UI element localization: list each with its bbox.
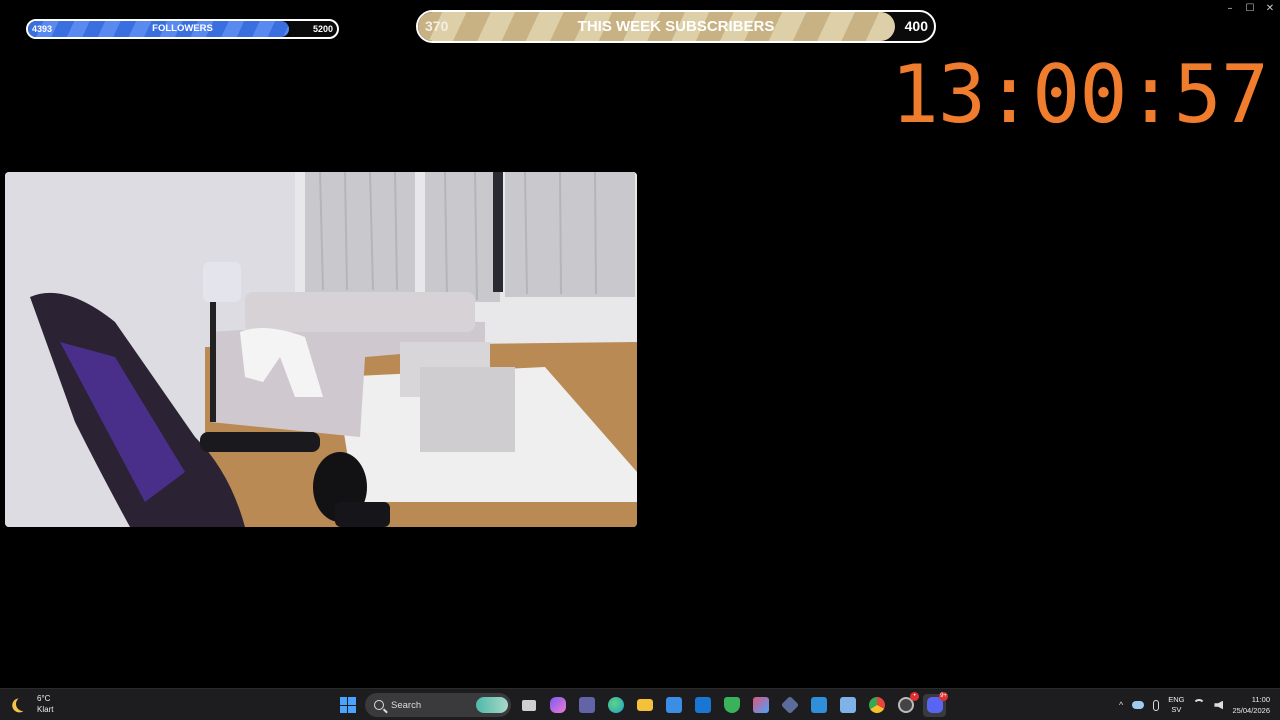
snipping-icon[interactable]: [836, 694, 859, 717]
taskbar: 6°C Klart Search • 9+ ^ ENG SV 11:00 25/…: [0, 688, 1280, 720]
followers-goal: 5200: [312, 24, 333, 34]
language-bottom: SV: [1171, 705, 1182, 714]
weather-temp: 6°C: [37, 694, 51, 703]
microphone-icon[interactable]: [1153, 699, 1160, 711]
volume-icon[interactable]: [1214, 700, 1224, 710]
maximize-button[interactable]: ☐: [1240, 0, 1260, 16]
system-tray: ^ ENG SV 11:00 25/04/2026: [1119, 692, 1270, 718]
edge-icon[interactable]: [604, 694, 627, 717]
weather-widget[interactable]: 6°C Klart: [12, 693, 53, 715]
weather-condition: Klart: [37, 705, 54, 714]
subscribers-current: 370: [425, 18, 449, 34]
discord-icon[interactable]: 9+: [923, 691, 948, 717]
subscribers-goal-bar: THIS WEEK SUBSCRIBERS 370 400: [416, 10, 936, 43]
window-controls: – ☐ ✕: [1220, 0, 1280, 16]
obs-icon[interactable]: •: [894, 691, 919, 717]
subscribers-goal: 400: [904, 18, 928, 34]
folder-icon[interactable]: [633, 694, 656, 717]
photos-icon[interactable]: [807, 694, 830, 717]
hex-app-icon[interactable]: [778, 694, 801, 717]
followers-goal-bar: FOLLOWERS 4393 5200: [26, 19, 339, 39]
weather-text: 6°C Klart: [37, 693, 53, 715]
search-icon: [374, 700, 384, 710]
m365-icon[interactable]: [749, 694, 772, 717]
shield-app-icon[interactable]: [720, 694, 743, 717]
language-top: ENG: [1168, 695, 1185, 704]
stream-timer: 13:00:57: [890, 48, 1269, 141]
windows-start-icon[interactable]: [336, 694, 359, 717]
moon-icon: [14, 695, 32, 713]
store-icon[interactable]: [662, 694, 685, 717]
taskbar-apps: Search • 9+: [336, 691, 948, 718]
webcam-scene: [5, 172, 637, 527]
search-highlight-icon: [476, 697, 508, 713]
outlook-icon[interactable]: [691, 694, 714, 717]
task-view-icon[interactable]: [517, 694, 540, 717]
copilot-icon[interactable]: [546, 694, 569, 717]
followers-label: FOLLOWERS: [152, 23, 213, 34]
subscribers-label: THIS WEEK SUBSCRIBERS: [577, 18, 775, 35]
chevron-up-icon[interactable]: ^: [1119, 700, 1123, 710]
discord-badge: 9+: [939, 691, 948, 701]
clock-time: 11:00: [1251, 695, 1270, 704]
chrome-icon[interactable]: [865, 694, 888, 717]
minimize-button[interactable]: –: [1220, 0, 1240, 16]
clock-date: 25/04/2026: [1232, 706, 1270, 715]
onedrive-icon[interactable]: [1132, 701, 1145, 709]
close-button[interactable]: ✕: [1260, 0, 1280, 16]
webcam-feed: [5, 172, 637, 527]
teams-icon[interactable]: [575, 694, 598, 717]
taskbar-search[interactable]: Search: [365, 693, 511, 717]
followers-current: 4393: [32, 24, 53, 34]
search-placeholder: Search: [391, 699, 422, 711]
system-clock[interactable]: 11:00 25/04/2026: [1232, 694, 1270, 716]
obs-badge: •: [910, 691, 919, 701]
wifi-icon[interactable]: [1193, 699, 1206, 711]
language-indicator[interactable]: ENG SV: [1168, 695, 1184, 715]
